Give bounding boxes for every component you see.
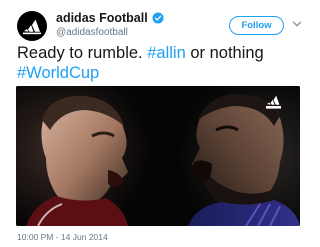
account-handle[interactable]: @adidasfootball <box>56 27 128 39</box>
account-name-row: adidas Football <box>56 11 164 25</box>
hashtag-worldcup[interactable]: #WorldCup <box>17 64 99 82</box>
chevron-down-icon[interactable] <box>292 19 302 29</box>
account-name[interactable]: adidas Football <box>56 11 148 25</box>
verified-badge-icon <box>152 12 164 24</box>
tweet-text-plain: Ready to rumble. <box>17 44 148 62</box>
adidas-logo-icon <box>23 19 41 35</box>
photo-two-players-facing-off <box>16 86 300 226</box>
tweet-text-middle: or nothing <box>185 44 264 62</box>
tweet-media-photo[interactable] <box>16 86 300 226</box>
avatar[interactable] <box>17 11 47 41</box>
hashtag-allin[interactable]: #allin <box>147 44 186 62</box>
tweet-timestamp[interactable]: 10:00 PM - 14 Jun 2014 <box>17 232 108 242</box>
follow-button[interactable]: Follow <box>229 16 284 35</box>
tweet-text: Ready to rumble. #allin or nothing #Worl… <box>17 43 307 83</box>
